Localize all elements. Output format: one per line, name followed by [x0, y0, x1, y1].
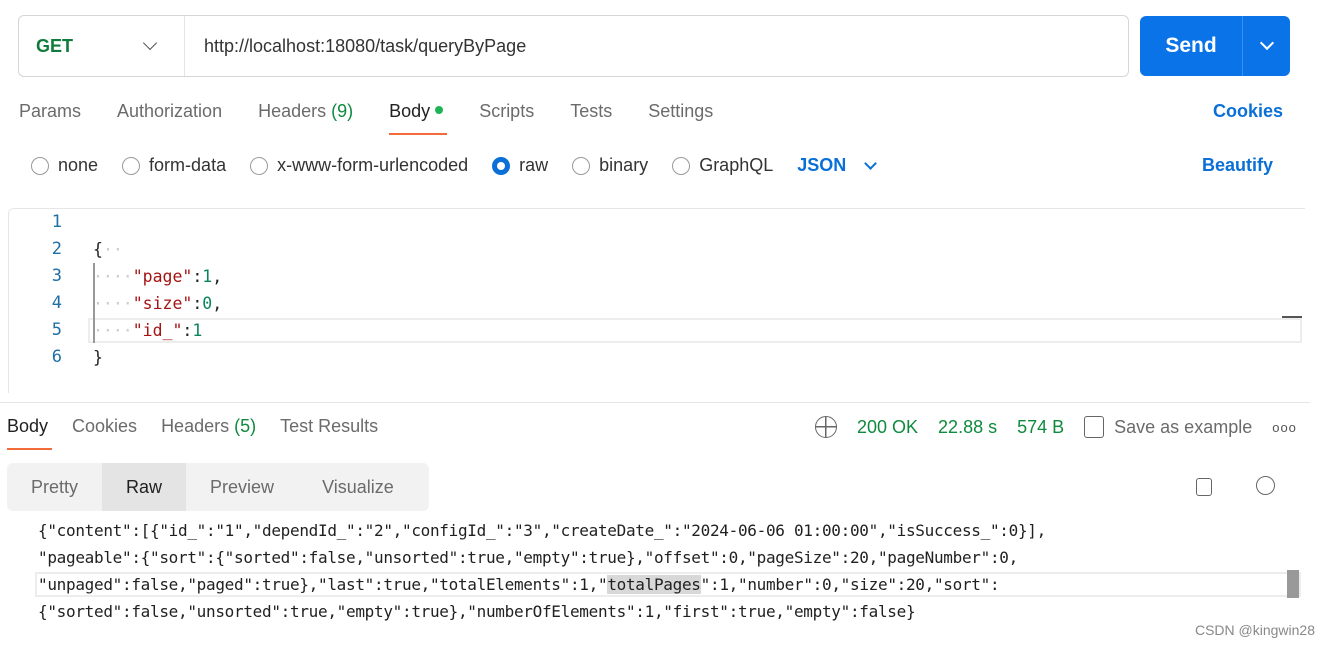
radio-circle	[672, 156, 691, 175]
code-line: {··	[93, 240, 123, 259]
response-text: "unpaged":false,"paged":true},"last":tru…	[38, 575, 608, 594]
cookies-link[interactable]: Cookies	[1213, 101, 1283, 122]
json-value: 0	[202, 294, 213, 313]
chevron-down-icon	[864, 156, 878, 170]
view-visualize[interactable]: Visualize	[298, 463, 418, 511]
save-as-example-button[interactable]: Save as example	[1114, 417, 1252, 438]
line-number: 5	[51, 320, 62, 340]
line-number: 3	[51, 266, 62, 286]
line-number: 4	[51, 293, 62, 313]
current-line-highlight	[88, 318, 1302, 343]
globe-icon[interactable]	[815, 416, 837, 438]
json-key: "page"	[132, 267, 193, 286]
body-type-radios: none form-data x-www-form-urlencoded raw…	[31, 155, 878, 176]
view-raw[interactable]: Raw	[102, 463, 187, 511]
response-line: {"sorted":false,"unsorted":true,"empty":…	[38, 602, 916, 621]
tab-tests[interactable]: Tests	[570, 101, 612, 122]
tab-authorization[interactable]: Authorization	[117, 101, 222, 122]
response-text: ":1,"number":0,"size":20,"sort":	[700, 575, 1000, 594]
code-line: }	[93, 348, 103, 367]
tab-scripts[interactable]: Scripts	[479, 101, 534, 122]
modified-dot-icon	[435, 106, 444, 114]
watermark: CSDN @kingwin28	[1194, 622, 1315, 638]
radio-none[interactable]: none	[31, 155, 98, 176]
tab-response-headers[interactable]: Headers (5)	[161, 416, 256, 437]
radio-graphql[interactable]: GraphQL	[672, 155, 773, 176]
method-label: GET	[36, 35, 74, 56]
line-number: 2	[51, 239, 62, 259]
status-code[interactable]: 200 OK	[857, 417, 918, 438]
chevron-down-icon	[142, 35, 158, 51]
brace: {	[93, 240, 103, 259]
radio-label: binary	[599, 155, 649, 175]
tab-label: Body	[389, 101, 431, 121]
tab-label: Headers	[161, 416, 230, 436]
response-line: "pageable":{"sort":{"sorted":false,"unso…	[38, 548, 1018, 567]
radio-label: x-www-form-urlencoded	[277, 155, 469, 175]
radio-label: form-data	[149, 155, 227, 175]
send-label: Send	[1165, 34, 1217, 57]
radio-circle-selected	[492, 156, 511, 175]
radio-label: raw	[519, 155, 549, 175]
request-tabs: Params Authorization Headers (9) Body Sc…	[19, 101, 749, 135]
scrollbar-thumb[interactable]	[1287, 570, 1299, 598]
radio-binary[interactable]: binary	[572, 155, 648, 176]
send-button[interactable]: Send	[1140, 16, 1290, 76]
radio-form-data[interactable]: form-data	[122, 155, 226, 176]
tab-response-body[interactable]: Body	[7, 416, 53, 450]
send-options-dropdown[interactable]	[1243, 16, 1290, 76]
method-select[interactable]: GET	[19, 16, 185, 76]
line-number: 6	[51, 347, 62, 367]
line-number: 1	[51, 212, 62, 232]
save-icon	[1084, 416, 1105, 438]
headers-count: (9)	[331, 101, 354, 121]
response-time[interactable]: 22.88 s	[938, 417, 997, 438]
beautify-button[interactable]: Beautify	[1202, 155, 1273, 176]
view-pretty[interactable]: Pretty	[7, 463, 102, 511]
divider	[0, 402, 1310, 403]
view-preview[interactable]: Preview	[186, 463, 298, 511]
radio-label: GraphQL	[699, 155, 774, 175]
tab-label: Headers	[258, 101, 327, 121]
headers-count: (5)	[234, 416, 257, 436]
tab-headers[interactable]: Headers (9)	[258, 101, 353, 122]
response-line: {"content":[{"id_":"1","dependId_":"2","…	[38, 521, 1046, 540]
copy-icon[interactable]	[1196, 478, 1212, 496]
tab-body[interactable]: Body	[389, 101, 448, 135]
code-line: ····"page":1,	[93, 267, 223, 286]
response-status: 200 OK 22.88 s 574 B Save as example ooo	[815, 416, 1317, 438]
radio-circle	[250, 156, 269, 175]
search-icon[interactable]	[1256, 476, 1275, 495]
radio-circle	[122, 156, 141, 175]
more-options-icon[interactable]: ooo	[1272, 420, 1297, 435]
chevron-down-icon	[1259, 35, 1275, 51]
response-line: "unpaged":false,"paged":true},"last":tru…	[38, 575, 1000, 594]
radio-circle	[572, 156, 591, 175]
tab-response-cookies[interactable]: Cookies	[72, 416, 137, 437]
json-key: "size"	[132, 294, 193, 313]
json-value: 1	[202, 267, 213, 286]
code-line: ····"id_":1	[93, 321, 203, 340]
response-size[interactable]: 574 B	[1017, 417, 1064, 438]
url-bar: GET http://localhost:18080/task/queryByP…	[18, 15, 1129, 77]
radio-label: none	[58, 155, 99, 175]
json-key: "id_"	[132, 321, 183, 340]
format-label: JSON	[797, 155, 847, 175]
url-input[interactable]: http://localhost:18080/task/queryByPage	[185, 36, 526, 57]
format-select[interactable]: JSON	[797, 155, 878, 176]
radio-circle	[31, 156, 49, 175]
tab-params[interactable]: Params	[19, 101, 81, 122]
view-mode-segment: Pretty Raw Preview Visualize	[7, 463, 429, 511]
code-line: ····"size":0,	[93, 294, 223, 313]
json-value: 1	[192, 321, 203, 340]
tab-test-results[interactable]: Test Results	[280, 416, 378, 437]
tab-settings[interactable]: Settings	[648, 101, 713, 122]
radio-raw[interactable]: raw	[492, 155, 548, 176]
response-tabs: Body Cookies Headers (5) Test Results	[7, 416, 414, 450]
radio-urlencoded[interactable]: x-www-form-urlencoded	[250, 155, 468, 176]
search-highlight: totalPages	[607, 575, 701, 594]
scrollbar-marker[interactable]	[1282, 316, 1302, 318]
